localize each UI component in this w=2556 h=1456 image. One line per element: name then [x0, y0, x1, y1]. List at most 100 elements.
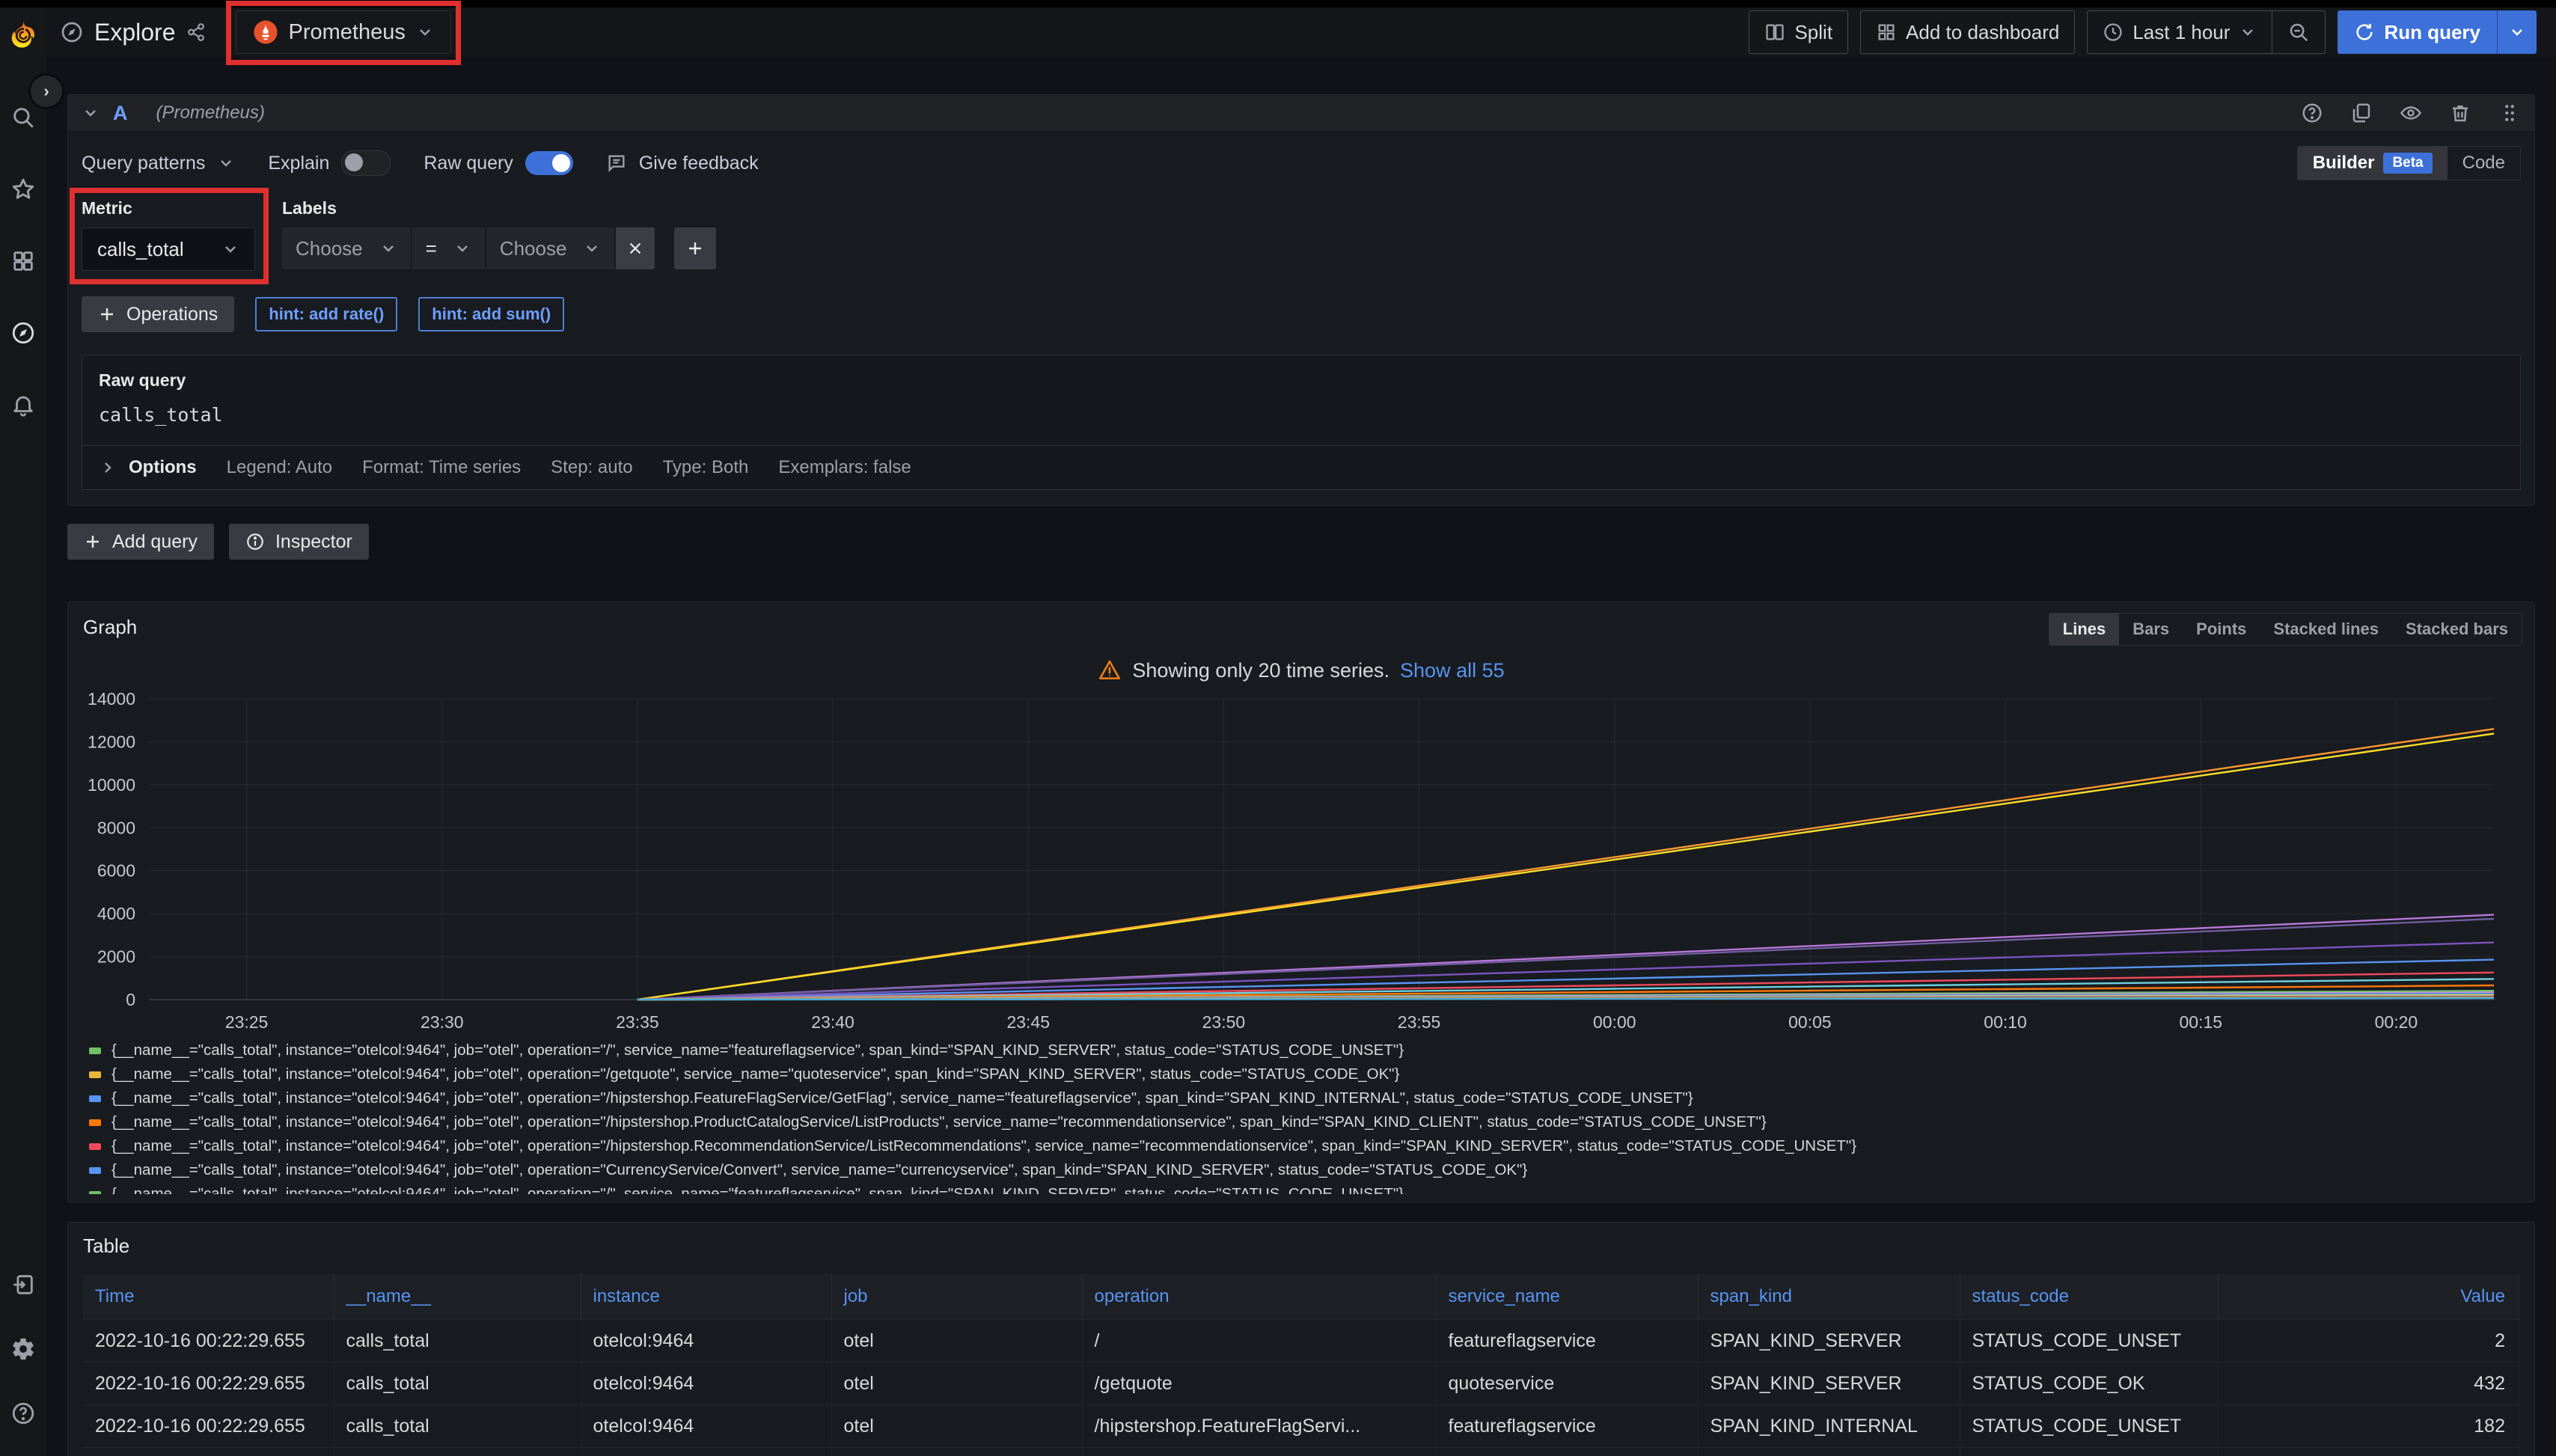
explain-toggle[interactable]: [341, 150, 391, 176]
legend-item[interactable]: {__name__="calls_total", instance="otelc…: [89, 1110, 2519, 1134]
hint-add-sum-button[interactable]: hint: add sum(): [418, 297, 564, 331]
help-icon[interactable]: [10, 1401, 36, 1426]
graph-mode-points[interactable]: Points: [2183, 614, 2260, 645]
query-ref-id[interactable]: A: [113, 102, 128, 125]
graph-mode-lines[interactable]: Lines: [2049, 614, 2119, 645]
operations-button[interactable]: Operations: [82, 296, 234, 332]
column-header-instance[interactable]: instance: [581, 1274, 831, 1320]
clock-icon: [2103, 22, 2124, 43]
table-cell: /hipstershop.FeatureFlagServi...: [1082, 1405, 1436, 1448]
svg-text:23:40: 23:40: [811, 1012, 854, 1032]
table-cell: 2022-10-16 00:22:29.655: [83, 1362, 334, 1405]
chevron-down-icon: [379, 239, 397, 257]
graph-mode-stacked-bars[interactable]: Stacked bars: [2392, 614, 2522, 645]
datasource-picker[interactable]: Prometheus: [236, 10, 451, 54]
column-header-job[interactable]: job: [831, 1274, 1082, 1320]
column-header-name[interactable]: __name__: [334, 1274, 581, 1320]
graph-mode-stacked-lines[interactable]: Stacked lines: [2260, 614, 2392, 645]
column-header-servicename[interactable]: service_name: [1436, 1274, 1698, 1320]
table-cell: SPAN_KIND_SERVER: [1698, 1362, 1960, 1405]
column-header-operation[interactable]: operation: [1082, 1274, 1436, 1320]
chart-legend: {__name__="calls_total", instance="otelc…: [83, 1039, 2519, 1194]
legend-color-swatch: [89, 1047, 101, 1054]
table-cell: recommendationservice: [1436, 1448, 1698, 1456]
table-row[interactable]: 2022-10-16 00:22:29.655calls_totalotelco…: [83, 1405, 2519, 1448]
sign-in-icon[interactable]: [10, 1272, 36, 1297]
add-to-dashboard-button[interactable]: Add to dashboard: [1860, 10, 2075, 54]
dashboards-icon[interactable]: [10, 248, 36, 274]
label-value-select[interactable]: Choose: [486, 227, 615, 269]
table-row[interactable]: 2022-10-16 00:22:29.655calls_totalotelco…: [83, 1320, 2519, 1362]
explain-label: Explain: [268, 153, 329, 174]
give-feedback-link[interactable]: Give feedback: [606, 153, 759, 174]
remove-label-filter-button[interactable]: [616, 227, 655, 269]
column-header-value[interactable]: Value: [2218, 1274, 2519, 1320]
chevron-down-icon: [453, 239, 471, 257]
run-query-button[interactable]: Run query: [2338, 10, 2497, 54]
duplicate-query-icon[interactable]: [2350, 102, 2373, 124]
table-cell: STATUS_CODE_UNSET: [1960, 1320, 2218, 1362]
starred-icon[interactable]: [10, 177, 36, 202]
label-operator-select[interactable]: =: [412, 227, 485, 269]
disable-query-eye-icon[interactable]: [2400, 102, 2422, 124]
svg-text:8000: 8000: [97, 818, 135, 837]
settings-gear-icon[interactable]: [10, 1336, 36, 1362]
legend-series-label: {__name__="calls_total", instance="otelc…: [111, 1089, 1693, 1107]
legend-color-swatch: [89, 1119, 101, 1126]
legend-item[interactable]: {__name__="calls_total", instance="otelc…: [89, 1182, 2519, 1194]
plus-icon: [98, 305, 116, 323]
table-cell: SPAN_KIND_CLIENT: [1698, 1448, 1960, 1456]
raw-query-preview: Raw query calls_total: [82, 355, 2521, 446]
table-cell: otel: [831, 1320, 1082, 1362]
table-cell: otel: [831, 1448, 1082, 1456]
info-circle-icon: [245, 532, 265, 551]
share-icon[interactable]: [186, 22, 206, 42]
column-header-statuscode[interactable]: status_code: [1960, 1274, 2218, 1320]
query-options-row[interactable]: Options Legend: AutoFormat: Time seriesS…: [82, 446, 2521, 490]
grafana-logo[interactable]: [7, 19, 39, 51]
query-patterns-dropdown[interactable]: Query patterns: [82, 153, 235, 174]
time-series-chart[interactable]: 0200040006000800010000120001400023:2523:…: [83, 690, 2519, 1034]
table-cell: /getquote: [1082, 1362, 1436, 1405]
split-button[interactable]: Split: [1749, 10, 1848, 54]
table-row[interactable]: 2022-10-16 00:22:29.655calls_totalotelco…: [83, 1448, 2519, 1456]
hint-add-rate-button[interactable]: hint: add rate(): [255, 297, 397, 331]
time-range-picker[interactable]: Last 1 hour: [2087, 10, 2272, 54]
svg-text:12000: 12000: [88, 732, 135, 751]
query-help-icon[interactable]: [2301, 102, 2323, 124]
inspector-button[interactable]: Inspector: [229, 524, 369, 560]
explore-icon[interactable]: [10, 320, 36, 346]
show-all-series-link[interactable]: Show all 55: [1400, 659, 1505, 682]
column-header-time[interactable]: Time: [83, 1274, 334, 1320]
explore-compass-icon: [60, 20, 84, 44]
search-icon[interactable]: [10, 105, 36, 130]
code-mode-tab[interactable]: Code: [2448, 147, 2520, 180]
legend-item[interactable]: {__name__="calls_total", instance="otelc…: [89, 1039, 2519, 1062]
run-query-dropdown[interactable]: [2497, 10, 2537, 54]
add-label-filter-button[interactable]: [674, 227, 716, 269]
feedback-comment-icon: [606, 153, 627, 174]
grafana-explore-page: › Explore: [0, 0, 2556, 1456]
sidebar-expand-button[interactable]: ›: [28, 73, 64, 109]
legend-item[interactable]: {__name__="calls_total", instance="otelc…: [89, 1158, 2519, 1182]
raw-query-toggle[interactable]: [525, 151, 573, 175]
column-header-spankind[interactable]: span_kind: [1698, 1274, 1960, 1320]
legend-item[interactable]: {__name__="calls_total", instance="otelc…: [89, 1134, 2519, 1158]
metric-select[interactable]: calls_total: [82, 227, 255, 271]
remove-query-trash-icon[interactable]: [2449, 102, 2471, 124]
legend-item[interactable]: {__name__="calls_total", instance="otelc…: [89, 1086, 2519, 1110]
zoom-out-time-button[interactable]: [2272, 10, 2326, 54]
legend-item[interactable]: {__name__="calls_total", instance="otelc…: [89, 1062, 2519, 1086]
drag-handle-icon[interactable]: [2498, 102, 2521, 124]
legend-color-swatch: [89, 1071, 101, 1078]
collapse-query-icon[interactable]: [82, 104, 100, 122]
alerting-bell-icon[interactable]: [10, 392, 36, 417]
table-cell: SPAN_KIND_SERVER: [1698, 1320, 1960, 1362]
label-key-select[interactable]: Choose: [282, 227, 411, 269]
graph-mode-bars[interactable]: Bars: [2119, 614, 2183, 645]
table-row[interactable]: 2022-10-16 00:22:29.655calls_totalotelco…: [83, 1362, 2519, 1405]
builder-mode-tab[interactable]: Builder Beta: [2298, 147, 2448, 180]
svg-text:23:45: 23:45: [1006, 1012, 1050, 1032]
table-cell: otelcol:9464: [581, 1320, 831, 1362]
add-query-button[interactable]: Add query: [67, 524, 214, 560]
